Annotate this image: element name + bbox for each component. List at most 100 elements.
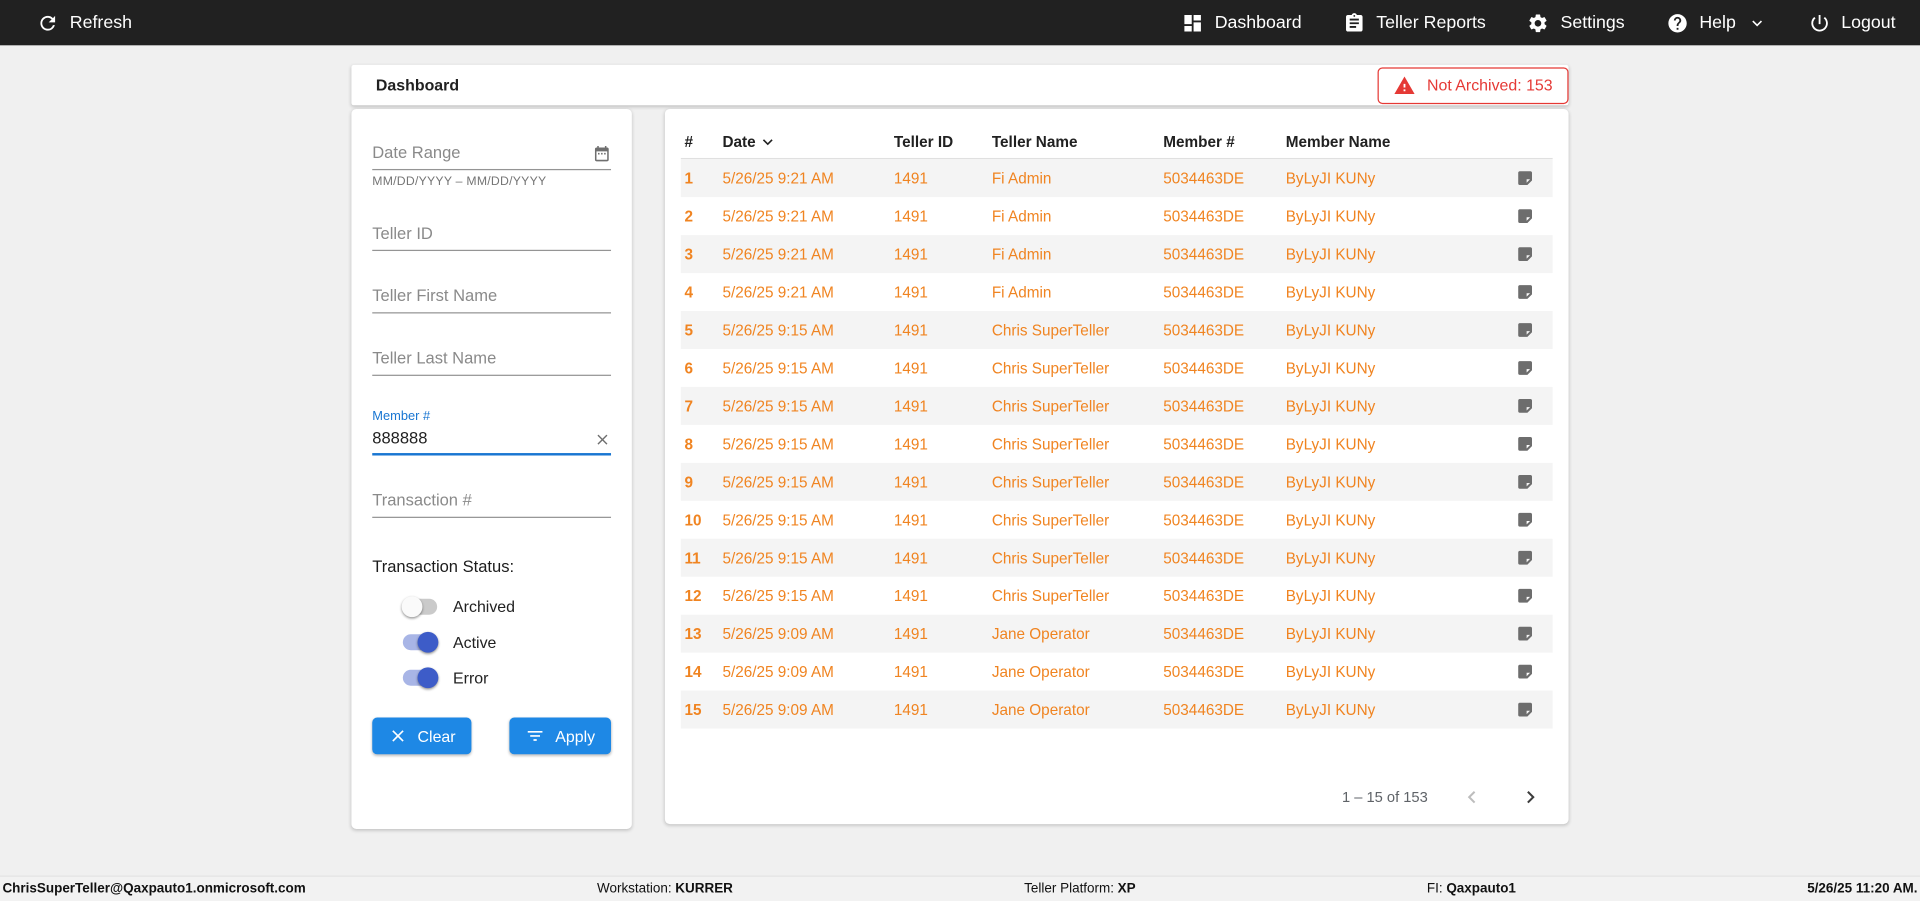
row-member-name: ByLyJI KUNy	[1285, 435, 1376, 453]
table-row[interactable]: 15 5/26/25 9:09 AM 1491 Jane Operator 50…	[680, 690, 1553, 729]
nav-dashboard[interactable]: Dashboard	[1182, 12, 1302, 34]
chevron-left-icon	[1467, 791, 1476, 804]
row-member-name: ByLyJI KUNy	[1285, 245, 1376, 263]
table-row[interactable]: 6 5/26/25 9:15 AM 1491 Chris SuperTeller…	[681, 349, 1553, 387]
note-icon[interactable]	[1494, 700, 1553, 718]
row-member-name: ByLyJI KUNy	[1285, 397, 1376, 415]
footer-datetime: 5/26/25 11:20 AM.	[1807, 881, 1918, 897]
clear-member-icon[interactable]	[594, 431, 611, 448]
table-row[interactable]: 4 5/26/25 9:21 AM 1491 Fi Admin 5034463D…	[681, 273, 1553, 311]
refresh-button[interactable]: Refresh	[37, 12, 132, 34]
status-toggle[interactable]: Error	[402, 666, 611, 689]
member-number-input[interactable]	[372, 426, 612, 456]
row-teller-name: Chris SuperTeller	[991, 435, 1110, 453]
teller-last-name-input[interactable]	[372, 346, 612, 376]
row-member-number: 5034463DE	[1163, 701, 1245, 719]
table-row[interactable]: 5 5/26/25 9:15 AM 1491 Chris SuperTeller…	[680, 311, 1553, 349]
row-teller-id: 1491	[893, 511, 928, 529]
note-icon[interactable]	[1494, 587, 1553, 605]
row-teller-id: 1491	[893, 587, 928, 605]
note-icon[interactable]	[1494, 321, 1553, 339]
teller-first-name-input[interactable]	[372, 284, 612, 314]
table-row[interactable]: 12 5/26/25 9:15 AM 1491 Chris SuperTelle…	[681, 577, 1553, 615]
col-teller-name: Teller Name	[991, 133, 1078, 151]
table-row[interactable]: 10 5/26/25 9:15 AM 1491 Chris SuperTelle…	[681, 501, 1553, 539]
note-icon[interactable]	[1494, 245, 1553, 263]
row-member-name: ByLyJI KUNy	[1285, 283, 1376, 301]
prev-page-button[interactable]	[1457, 782, 1486, 811]
table-row[interactable]: 8 5/26/25 9:15 AM 1491 Chris SuperTeller…	[681, 425, 1553, 463]
app-window: Refresh Dashboard Teller Reports Setting…	[0, 0, 1920, 901]
transaction-number-input[interactable]	[372, 488, 612, 518]
row-teller-id: 1491	[893, 321, 928, 339]
nav-help[interactable]: Help	[1666, 12, 1766, 34]
clear-button[interactable]: Clear	[372, 717, 472, 755]
row-member-name: ByLyJI KUNy	[1285, 625, 1376, 643]
status-toggle[interactable]: Active	[402, 631, 611, 653]
page-header: Dashboard Not Archived: 153	[351, 64, 1569, 106]
note-icon[interactable]	[1494, 473, 1553, 491]
note-icon[interactable]	[1494, 435, 1553, 453]
teller-id-input[interactable]	[372, 221, 612, 252]
note-icon[interactable]	[1494, 662, 1553, 680]
row-date: 5/26/25 9:21 AM	[722, 245, 834, 263]
reports-icon	[1345, 12, 1363, 31]
row-teller-name: Chris SuperTeller	[991, 587, 1110, 605]
calendar-icon[interactable]	[593, 144, 611, 162]
toggle-switch[interactable]	[402, 666, 439, 689]
row-teller-id: 1491	[893, 359, 928, 377]
col-date[interactable]: Date	[719, 132, 890, 152]
not-archived-label: Not Archived: 153	[1426, 75, 1553, 95]
table-row[interactable]: 11 5/26/25 9:15 AM 1491 Chris SuperTelle…	[680, 538, 1553, 577]
table-row[interactable]: 14 5/26/25 9:09 AM 1491 Jane Operator 50…	[681, 653, 1553, 691]
col-member-number: Member #	[1163, 133, 1235, 151]
note-icon[interactable]	[1494, 624, 1553, 642]
row-member-number: 5034463DE	[1163, 321, 1245, 339]
nav-dashboard-label: Dashboard	[1214, 12, 1302, 33]
row-member-number: 5034463DE	[1163, 245, 1245, 263]
toggle-switch[interactable]	[402, 631, 439, 653]
table-row[interactable]: 1 5/26/25 9:21 AM 1491 Fi Admin 5034463D…	[680, 159, 1553, 198]
gear-icon	[1529, 13, 1548, 32]
row-member-number: 5034463DE	[1163, 549, 1245, 567]
note-icon[interactable]	[1494, 549, 1553, 567]
toggle-switch[interactable]	[401, 595, 439, 618]
row-teller-id: 1491	[893, 663, 928, 681]
note-icon[interactable]	[1494, 359, 1553, 377]
next-page-button[interactable]	[1516, 782, 1545, 811]
date-range-input[interactable]	[372, 140, 612, 171]
apply-button[interactable]: Apply	[509, 717, 612, 755]
row-teller-id: 1491	[893, 701, 928, 719]
table-row[interactable]: 2 5/26/25 9:21 AM 1491 Fi Admin 5034463D…	[681, 197, 1553, 235]
row-date: 5/26/25 9:21 AM	[722, 207, 834, 225]
row-teller-name: Fi Admin	[991, 283, 1052, 301]
status-toggle[interactable]: Archived	[401, 595, 611, 618]
note-icon[interactable]	[1494, 397, 1553, 415]
date-range-field: MM/DD/YYYY – MM/DD/YYYY	[372, 140, 612, 189]
row-teller-id: 1491	[893, 625, 928, 643]
help-icon	[1668, 13, 1687, 32]
note-icon[interactable]	[1494, 207, 1553, 225]
footer-user: ChrisSuperTeller@Qaxpauto1.onmicrosoft.c…	[2, 881, 306, 897]
table-row[interactable]: 3 5/26/25 9:21 AM 1491 Fi Admin 5034463D…	[680, 235, 1553, 274]
row-date: 5/26/25 9:21 AM	[722, 283, 834, 301]
not-archived-badge[interactable]: Not Archived: 153	[1378, 66, 1569, 104]
note-icon[interactable]	[1494, 169, 1553, 187]
row-date: 5/26/25 9:21 AM	[722, 169, 834, 187]
table-row[interactable]: 13 5/26/25 9:09 AM 1491 Jane Operator 50…	[680, 614, 1553, 653]
nav-teller-reports[interactable]: Teller Reports	[1343, 12, 1486, 34]
row-teller-name: Chris SuperTeller	[991, 321, 1110, 339]
row-member-name: ByLyJI KUNy	[1285, 587, 1376, 605]
row-teller-name: Fi Admin	[991, 169, 1052, 187]
table-row[interactable]: 9 5/26/25 9:15 AM 1491 Chris SuperTeller…	[680, 462, 1553, 501]
row-member-number: 5034463DE	[1163, 359, 1245, 377]
row-member-name: ByLyJI KUNy	[1285, 549, 1376, 567]
transaction-status-label: Transaction Status:	[372, 557, 515, 576]
toggle-label: Active	[453, 632, 497, 651]
col-teller-id: Teller ID	[893, 133, 954, 151]
nav-logout[interactable]: Logout	[1808, 12, 1896, 34]
nav-settings[interactable]: Settings	[1527, 12, 1625, 34]
table-row[interactable]: 7 5/26/25 9:15 AM 1491 Chris SuperTeller…	[680, 386, 1553, 425]
note-icon[interactable]	[1494, 283, 1553, 301]
note-icon[interactable]	[1494, 511, 1553, 529]
